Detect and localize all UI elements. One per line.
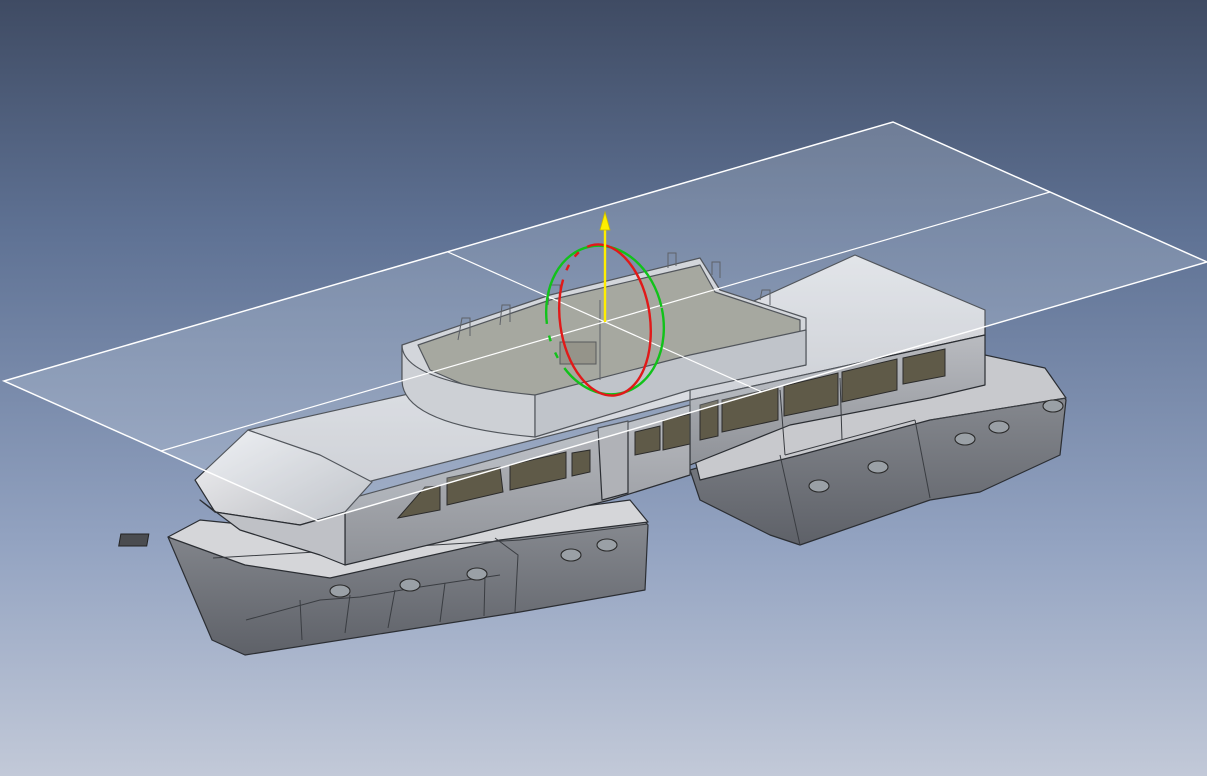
window xyxy=(571,449,591,477)
3d-viewport[interactable] xyxy=(0,0,1207,776)
3d-scene[interactable] xyxy=(0,0,1207,776)
